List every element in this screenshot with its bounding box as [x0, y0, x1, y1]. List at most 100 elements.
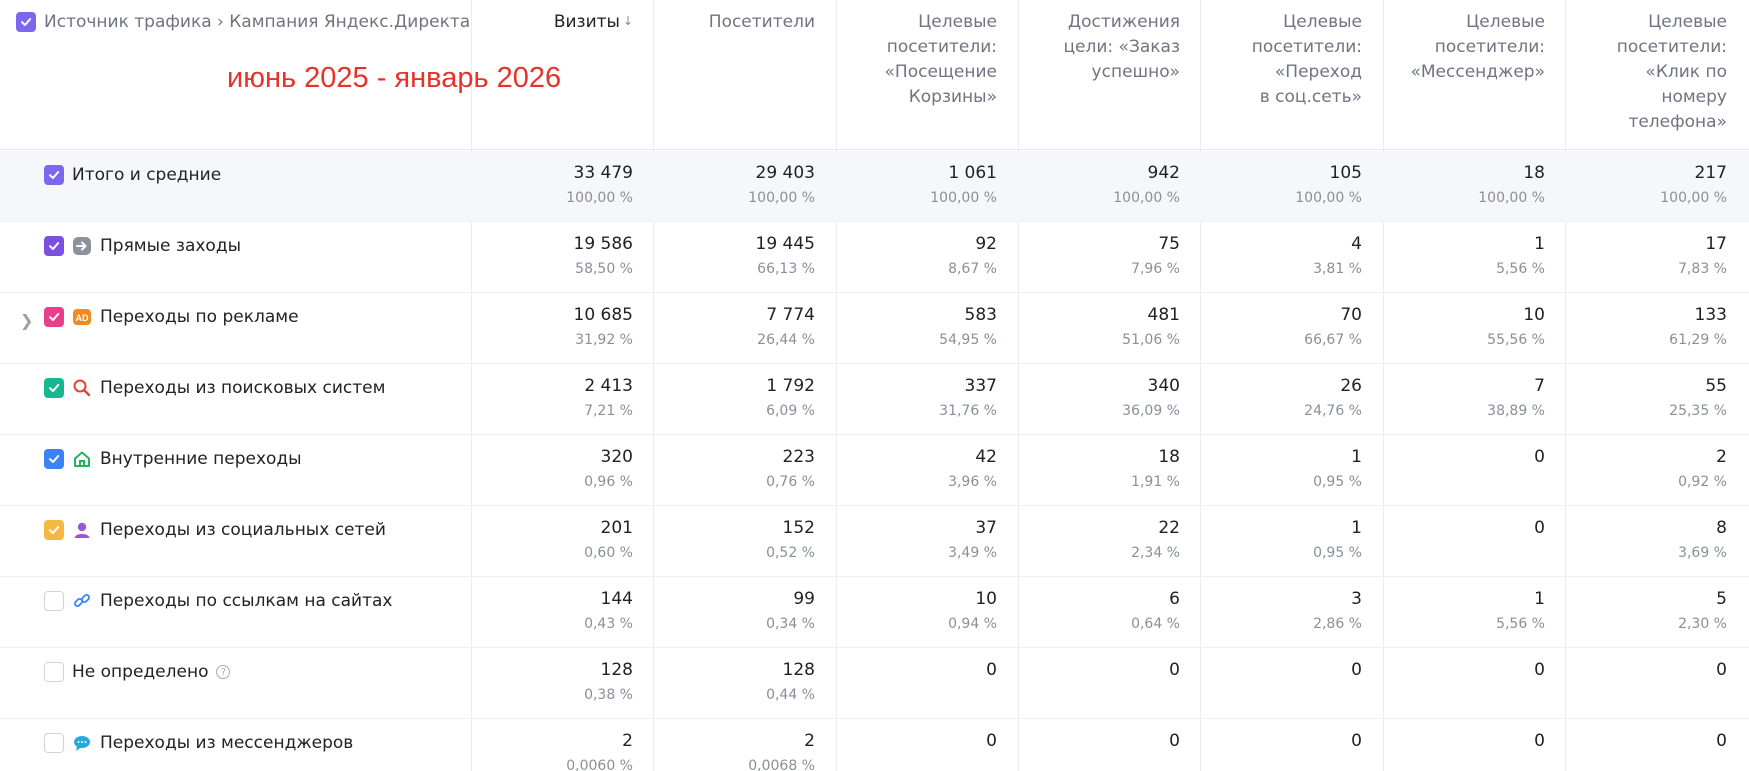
column-header[interactable]: Целевые посетители: «Посещение Корзины» [836, 0, 1017, 150]
metric-percent: 3,96 % [948, 474, 997, 490]
column-header-line: Корзины» [908, 87, 997, 107]
table-row[interactable]: Внутренние переходы 320 0,96 % 223 0,76 % 42 3… [0, 435, 1749, 506]
row-checkbox[interactable] [44, 165, 64, 185]
metric-value: 10 [975, 589, 997, 609]
metric-cell: 18 100,00 % [1383, 161, 1565, 209]
row-label-text: Переходы по рекламе [100, 307, 299, 327]
metric-cell: 337 31,76 % [836, 374, 1017, 422]
row-checkbox[interactable] [44, 733, 64, 753]
metric-percent: 100,00 % [566, 190, 633, 206]
table-row[interactable]: Переходы из социальных сетей 201 0,60 % 152… [0, 506, 1749, 577]
metric-cell: 0 [1200, 658, 1382, 682]
table-row[interactable]: Прямые заходы 19 586 58,50 % 19 445 66,13 % 9… [0, 222, 1749, 293]
row-label: AD Переходы по рекламе [44, 307, 299, 327]
metric-percent: 0,96 % [584, 474, 633, 490]
column-header-line: посетители: [1434, 37, 1545, 57]
metric-value: 5 [1716, 589, 1727, 609]
metric-value: 1 [1351, 447, 1362, 467]
row-checkbox[interactable] [44, 236, 64, 256]
table-row[interactable]: Не определено? 128 0,38 % 128 0,44 % 0 0 0 0 0 [0, 648, 1749, 719]
metric-cell: 55 25,35 % [1565, 374, 1747, 422]
dimension-label: Источник трафика › Кампания Яндекс.Дирек… [44, 12, 471, 32]
row-checkbox[interactable] [44, 591, 64, 611]
column-header[interactable]: Целевые посетители: «Переход в соц.сеть» [1200, 0, 1382, 150]
ad-icon: AD [72, 307, 92, 327]
metric-value: 481 [1147, 305, 1180, 325]
column-header[interactable]: Посетители [653, 0, 835, 150]
metric-value: 92 [975, 234, 997, 254]
metric-value: 152 [782, 518, 815, 538]
column-header[interactable]: Достижения цели: «Заказ успешно» [1018, 0, 1200, 150]
metric-cell: 942 100,00 % [1018, 161, 1200, 209]
metric-cell: 128 0,38 % [471, 658, 653, 706]
row-checkbox[interactable] [44, 307, 64, 327]
column-header[interactable]: Целевые посетители: «Клик по номеру телефона… [1565, 0, 1747, 150]
metric-value: 75 [1158, 234, 1180, 254]
table-row[interactable]: Переходы из поисковых систем 2 413 7,21 % 1… [0, 364, 1749, 435]
select-all-checkbox[interactable] [16, 12, 36, 32]
metric-cell: 583 54,95 % [836, 303, 1017, 351]
row-label-text: Прямые заходы [100, 236, 242, 256]
row-label-text: Итого и средние [72, 165, 222, 185]
metric-percent: 7,21 % [584, 403, 633, 419]
column-header-line: успешно» [1091, 62, 1180, 82]
metric-value: 144 [600, 589, 633, 609]
metric-cell: 481 51,06 % [1018, 303, 1200, 351]
metric-value: 55 [1705, 376, 1727, 396]
metric-percent: 58,50 % [575, 261, 633, 277]
metric-value: 7 [1534, 376, 1545, 396]
metric-value: 217 [1694, 163, 1727, 183]
row-checkbox[interactable] [44, 520, 64, 540]
row-label: Не определено? [44, 662, 231, 682]
arrow-down-icon[interactable]: ↓ [623, 14, 633, 28]
user-icon [72, 520, 92, 540]
metric-percent: 3,81 % [1313, 261, 1362, 277]
metric-cell: 1 0,95 % [1200, 445, 1382, 493]
metric-value: 10 [1523, 305, 1545, 325]
metric-cell: 0 [836, 658, 1017, 682]
metric-value: 223 [782, 447, 815, 467]
metric-cell: 18 1,91 % [1018, 445, 1200, 493]
row-checkbox[interactable] [44, 449, 64, 469]
metric-value: 128 [600, 660, 633, 680]
chevron-right-icon[interactable]: ❯ [20, 311, 33, 330]
metric-percent: 100,00 % [1295, 190, 1362, 206]
metric-percent: 7,83 % [1678, 261, 1727, 277]
metric-percent: 0,44 % [766, 687, 815, 703]
column-header-line: Посетители [708, 12, 815, 32]
metric-cell: 0 [1018, 729, 1200, 753]
row-checkbox[interactable] [44, 662, 64, 682]
metric-value: 0 [1534, 731, 1545, 751]
metric-value: 22 [1158, 518, 1180, 538]
metric-cell: 2 0,0060 % [471, 729, 653, 771]
dimension-header[interactable]: Источник трафика › Кампания Яндекс.Дирек… [16, 12, 470, 32]
metric-cell: 223 0,76 % [653, 445, 835, 493]
metric-value: 201 [600, 518, 633, 538]
metric-percent: 61,29 % [1669, 332, 1727, 348]
metric-cell: 22 2,34 % [1018, 516, 1200, 564]
metric-value: 99 [793, 589, 815, 609]
table-header: Источник трафика › Кампания Яндекс.Дирек… [0, 0, 1749, 150]
metric-percent: 7,96 % [1131, 261, 1180, 277]
column-header[interactable]: Визиты ↓ [471, 0, 653, 150]
totals-row[interactable]: Итого и средние 33 479 100,00 % 29 403 100,0… [0, 151, 1749, 222]
metric-cell: 1 5,56 % [1383, 232, 1565, 280]
link-icon [72, 591, 92, 611]
metric-percent: 55,56 % [1487, 332, 1545, 348]
metric-value: 0 [1351, 660, 1362, 680]
metric-cell: 0 [1383, 729, 1565, 753]
column-header-line: Достижения [1067, 12, 1180, 32]
table-row[interactable]: ❯ AD Переходы по рекламе 10 685 31,92 % 7 774… [0, 293, 1749, 364]
help-icon[interactable]: ? [216, 665, 231, 679]
table-row[interactable]: Переходы из мессенджеров 2 0,0060 % 2 0,0068… [0, 719, 1749, 771]
column-header[interactable]: Целевые посетители: «Мессенджер» [1383, 0, 1565, 150]
metric-value: 2 [622, 731, 633, 751]
metric-percent: 31,92 % [575, 332, 633, 348]
metric-percent: 5,56 % [1496, 616, 1545, 632]
metric-percent: 66,67 % [1304, 332, 1362, 348]
metric-cell: 0 [836, 729, 1017, 753]
table-row[interactable]: Переходы по ссылкам на сайтах 144 0,43 % 99… [0, 577, 1749, 648]
row-checkbox[interactable] [44, 378, 64, 398]
metric-percent: 0,94 % [948, 616, 997, 632]
metric-cell: 3 2,86 % [1200, 587, 1382, 635]
